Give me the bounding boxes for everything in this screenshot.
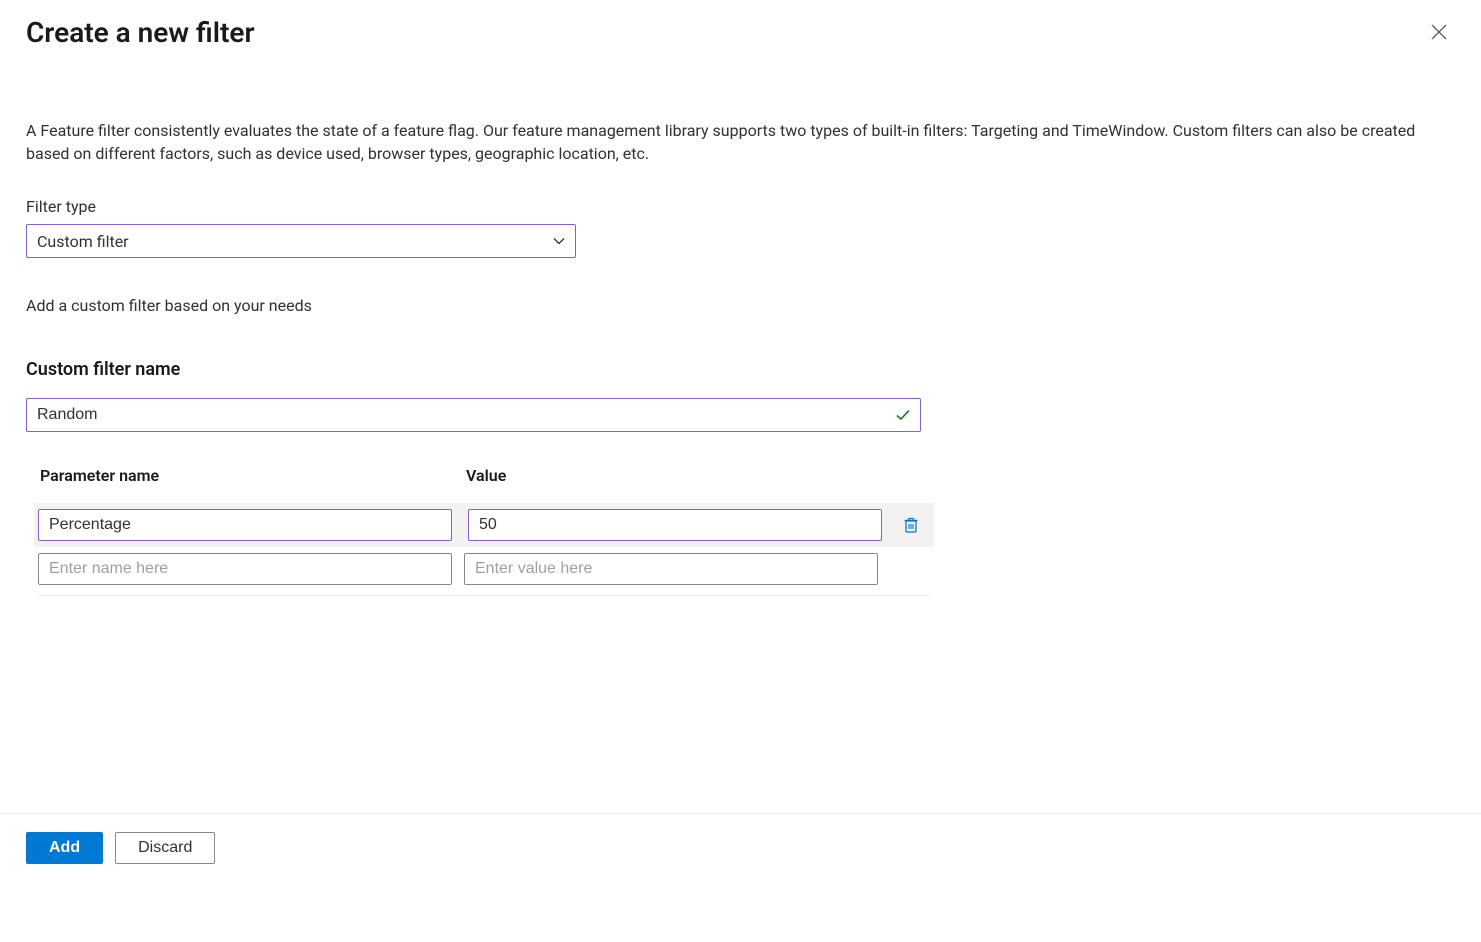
parameter-value-input-empty[interactable] — [464, 553, 878, 585]
add-button[interactable]: Add — [26, 832, 103, 864]
column-header-name: Parameter name — [38, 466, 452, 485]
custom-filter-name-input[interactable] — [26, 398, 921, 432]
parameters-table: Parameter name Value — [38, 466, 930, 591]
divider — [38, 595, 930, 596]
footer-actions: Add Discard — [0, 813, 1481, 864]
column-header-value: Value — [464, 466, 878, 485]
trash-icon — [902, 516, 920, 534]
discard-button[interactable]: Discard — [115, 832, 215, 864]
parameter-name-input[interactable] — [38, 509, 452, 541]
table-row — [34, 503, 934, 547]
close-button[interactable] — [1423, 16, 1455, 48]
filter-type-label: Filter type — [26, 197, 1455, 216]
filter-type-select[interactable]: Custom filter — [26, 224, 576, 258]
filter-type-value: Custom filter — [37, 232, 129, 251]
table-row — [38, 547, 930, 591]
parameter-value-input[interactable] — [468, 509, 882, 541]
parameter-name-input-empty[interactable] — [38, 553, 452, 585]
checkmark-icon — [895, 407, 911, 423]
custom-filter-name-heading: Custom filter name — [26, 359, 1455, 380]
filter-helper-text: Add a custom filter based on your needs — [26, 296, 1455, 315]
description-text: A Feature filter consistently evaluates … — [26, 119, 1455, 165]
delete-row-button[interactable] — [894, 509, 928, 541]
close-icon — [1430, 23, 1448, 41]
page-title: Create a new filter — [26, 16, 255, 49]
